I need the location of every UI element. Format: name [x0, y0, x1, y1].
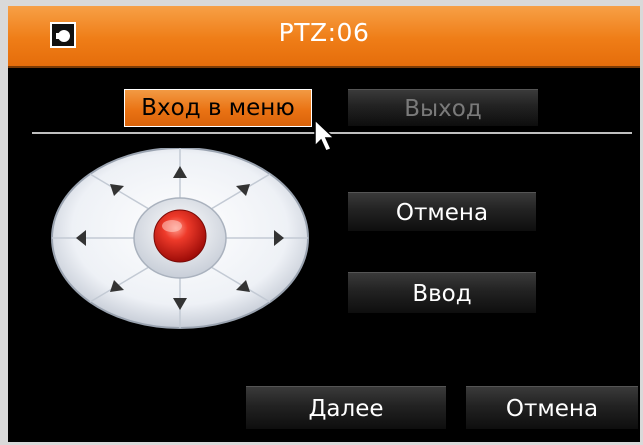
enter-button[interactable]: Ввод	[348, 272, 536, 314]
next-button[interactable]: Далее	[246, 386, 446, 430]
mouse-cursor-icon	[314, 118, 336, 152]
exit-button[interactable]: Выход	[348, 89, 538, 127]
ptz-dialog: PTZ:06 Вход в меню Выход Отмена Ввод Дал…	[8, 6, 640, 442]
menu-enter-button[interactable]: Вход в меню	[124, 89, 312, 127]
center-button[interactable]	[153, 209, 207, 263]
ptz-direction-pad	[51, 148, 309, 329]
title-bar: PTZ:06	[8, 6, 640, 68]
center-highlight	[162, 220, 182, 232]
cancel-bottom-button[interactable]: Отмена	[466, 386, 638, 430]
cancel-button[interactable]: Отмена	[348, 192, 536, 232]
window-title: PTZ:06	[278, 18, 370, 47]
